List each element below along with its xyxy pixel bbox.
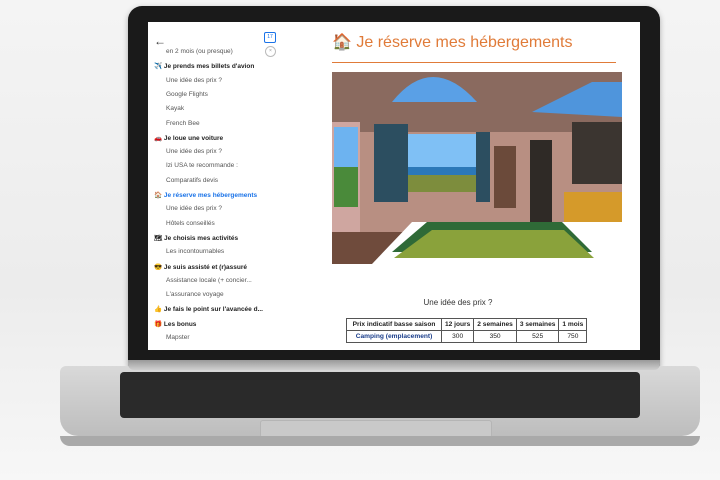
toc-subitem[interactable]: Une idée des prix ? — [166, 148, 222, 155]
toc-subitem[interactable]: Une idée des prix ? — [166, 77, 222, 84]
toc-section[interactable]: ✈️ Je prends mes billets d'avion — [154, 62, 254, 70]
hotel-room-photo — [332, 72, 622, 264]
close-icon[interactable]: × — [265, 46, 276, 57]
back-arrow-icon[interactable]: ← — [154, 34, 166, 48]
toc-section[interactable]: 😎 Je suis assisté et (r)assuré — [154, 263, 247, 271]
table-of-contents-sidebar: ← 17 × en 2 mois (ou presque) ✈️ Je prend… — [148, 22, 277, 350]
table-header-cell: 1 mois — [558, 318, 588, 331]
toc-subitem[interactable]: Comparatifs devis — [166, 177, 218, 184]
toc-section[interactable]: 🏠 Je réserve mes hébergements — [154, 191, 257, 199]
main-content: 🏠 Je réserve mes hébergements Une idée d… — [276, 22, 640, 350]
table-header-cell: 2 semaines — [473, 318, 517, 331]
house-icon: 🏠 — [332, 34, 352, 51]
table-header-cell: 12 jours — [440, 318, 475, 331]
laptop-hinge — [128, 360, 660, 370]
keyboard — [120, 372, 640, 418]
toc-subitem[interactable]: Une idée des prix ? — [166, 205, 222, 212]
laptop-base-front — [60, 436, 700, 446]
toc-subitem[interactable]: French Bee — [166, 120, 200, 127]
toc-section[interactable]: 🚗 Je loue une voiture — [154, 134, 223, 142]
table-row-label: Camping (emplacement) — [346, 330, 442, 343]
page-count-badge[interactable]: 17 — [264, 32, 276, 43]
price-table: Prix indicatif basse saison 12 jours 2 s… — [346, 318, 588, 343]
page-title: 🏠 Je réserve mes hébergements — [332, 32, 572, 52]
toc-subitem[interactable]: L'assurance voyage — [166, 291, 224, 298]
toc-subitem[interactable]: Izi USA te recommande : — [166, 162, 238, 169]
table-cell: 750 — [558, 330, 588, 343]
toc-section[interactable]: 🎁 Les bonus — [154, 320, 196, 328]
toc-subitem[interactable]: en 2 mois (ou presque) — [166, 48, 233, 55]
table-cell: 350 — [473, 330, 517, 343]
toc-subitem[interactable]: Assistance locale (+ concier... — [166, 277, 252, 284]
title-divider — [332, 62, 616, 63]
table-cell: 300 — [440, 330, 475, 343]
table-row: Camping (emplacement) 300 350 525 750 — [346, 330, 588, 343]
toc-section[interactable]: 🗺 Je choisis mes activités — [154, 234, 238, 242]
screen: ← 17 × en 2 mois (ou presque) ✈️ Je prend… — [148, 22, 640, 350]
toc-subitem[interactable]: Les incontournables — [166, 248, 224, 255]
toc-section[interactable]: 👍 Je fais le point sur l'avancée d... — [154, 305, 263, 313]
toc-subitem[interactable]: Mapster — [166, 334, 189, 341]
toc-subitem[interactable]: Google Flights — [166, 91, 208, 98]
table-header-cell: Prix indicatif basse saison — [346, 318, 442, 331]
table-header-row: Prix indicatif basse saison 12 jours 2 s… — [346, 318, 588, 331]
table-cell: 525 — [515, 330, 560, 343]
price-subheading: Une idée des prix ? — [423, 298, 493, 307]
toc-subitem[interactable]: Kayak — [166, 105, 184, 112]
toc-subitem[interactable]: Hôtels conseillés — [166, 220, 215, 227]
table-header-cell: 3 semaines — [515, 318, 560, 331]
page-title-text: Je réserve mes hébergements — [356, 34, 573, 51]
